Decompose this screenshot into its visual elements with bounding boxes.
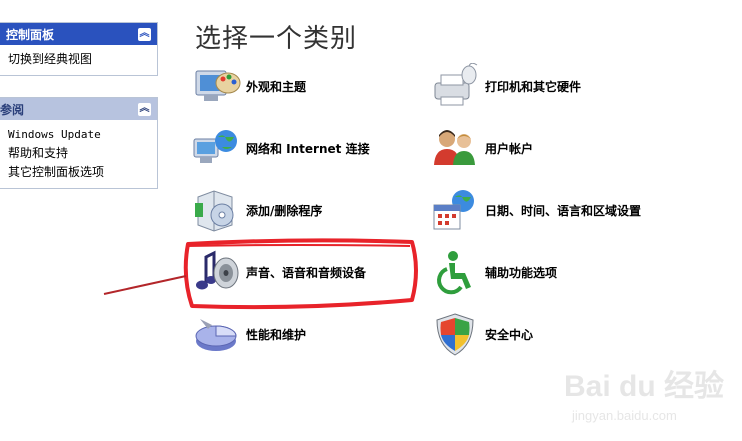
users-icon — [431, 125, 481, 171]
appearance-icon — [192, 63, 242, 109]
baidu-watermark: Bai du 经验 jingyan.baidu.com — [556, 358, 736, 428]
security-shield-icon — [431, 311, 481, 357]
add-remove-icon — [192, 187, 242, 233]
other-options-link[interactable]: 其它控制面板选项 — [8, 163, 149, 182]
printer-icon — [431, 62, 481, 109]
sound-icon — [192, 249, 242, 295]
collapse-chevron-icon[interactable]: ︽ — [138, 102, 151, 116]
windows-update-link[interactable]: Windows Update — [8, 125, 149, 144]
category-label: 辅助功能选项 — [485, 265, 558, 280]
category-label: 添加/删除程序 — [246, 203, 323, 218]
pane-header-title: 控制面板 — [6, 27, 55, 42]
control-panel-pane: 控制面板 ︽ 切换到经典视图 — [0, 22, 158, 76]
category-security-center[interactable]: 安全中心 — [431, 311, 533, 357]
category-user-accounts[interactable]: 用户帐户 — [431, 125, 533, 171]
svg-text:jingyan.baidu.com: jingyan.baidu.com — [571, 408, 677, 423]
category-label: 声音、语音和音频设备 — [246, 265, 367, 280]
category-label: 网络和 Internet 连接 — [246, 141, 370, 156]
control-panel-pane-header[interactable]: 控制面板 ︽ — [0, 23, 157, 45]
calendar-globe-icon — [431, 187, 481, 233]
category-label: 日期、时间、语言和区域设置 — [485, 203, 642, 218]
category-label: 外观和主题 — [246, 79, 307, 94]
see-also-pane-body: Windows Update 帮助和支持 其它控制面板选项 — [0, 120, 157, 188]
category-performance[interactable]: 性能和维护 — [192, 311, 306, 357]
pane-header-title: 参阅 — [0, 102, 25, 117]
category-label: 安全中心 — [485, 327, 534, 342]
category-label: 性能和维护 — [246, 327, 307, 342]
collapse-chevron-icon[interactable]: ︽ — [138, 27, 151, 41]
category-date-time-region[interactable]: 日期、时间、语言和区域设置 — [431, 187, 641, 233]
control-panel-pane-body: 切换到经典视图 — [0, 45, 157, 75]
category-accessibility[interactable]: 辅助功能选项 — [431, 249, 557, 295]
svg-text:Bai du 经验: Bai du 经验 — [564, 369, 724, 403]
category-printers[interactable]: 打印机和其它硬件 — [431, 62, 582, 109]
help-support-link[interactable]: 帮助和支持 — [8, 144, 149, 163]
category-label: 打印机和其它硬件 — [485, 79, 582, 94]
switch-classic-view-link[interactable]: 切换到经典视图 — [8, 50, 149, 69]
performance-icon — [192, 311, 242, 357]
see-also-pane-header[interactable]: 参阅 ︽ — [0, 98, 157, 120]
category-label: 用户帐户 — [485, 141, 534, 156]
category-sound-audio[interactable]: 声音、语音和音频设备 — [192, 249, 366, 295]
network-icon — [192, 125, 242, 171]
page-title: 选择一个类别 — [195, 24, 358, 54]
accessibility-icon — [431, 249, 481, 295]
category-appearance[interactable]: 外观和主题 — [192, 63, 306, 109]
category-add-remove-programs[interactable]: 添加/删除程序 — [192, 187, 322, 233]
see-also-pane: 参阅 ︽ Windows Update 帮助和支持 其它控制面板选项 — [0, 97, 158, 189]
category-network[interactable]: 网络和 Internet 连接 — [192, 125, 370, 171]
